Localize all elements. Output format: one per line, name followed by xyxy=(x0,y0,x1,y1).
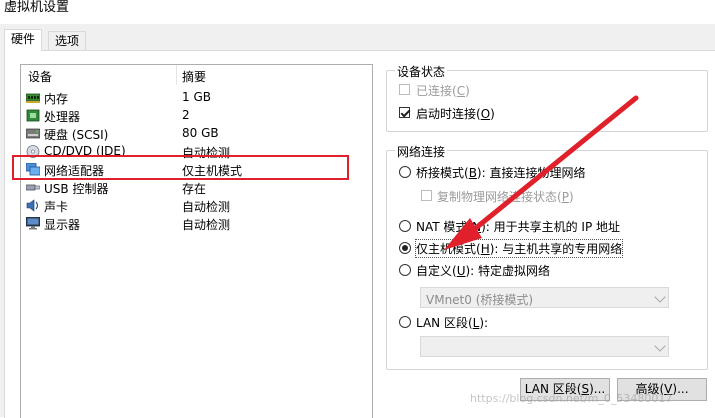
lan-segment-radio[interactable] xyxy=(399,316,411,328)
device-summary: 1 GB xyxy=(182,90,211,104)
memory-icon xyxy=(26,93,40,103)
device-name: 处理器 xyxy=(44,110,81,124)
chevron-down-icon xyxy=(654,340,666,352)
connect-at-power-on-label[interactable]: 启动时连接(O) xyxy=(416,105,495,122)
tab-options[interactable]: 选项 xyxy=(48,31,87,51)
device-name: 显示器 xyxy=(44,218,81,232)
custom-network-value: VMnet0 (桥接模式) xyxy=(426,293,534,307)
cd-dvd-icon xyxy=(26,145,40,158)
device-name: USB 控制器 xyxy=(44,182,109,196)
network-adapter-icon xyxy=(26,163,40,176)
device-row-memory[interactable]: 内存 1 GB xyxy=(21,89,372,107)
device-status-group: 设备状态 xyxy=(386,63,708,132)
connect-at-power-on-checkbox[interactable] xyxy=(399,107,410,118)
custom-label[interactable]: 自定义(U): 特定虚拟网络 xyxy=(416,262,550,279)
device-name: 声卡 xyxy=(44,200,69,214)
bridged-label[interactable]: 桥接模式(B): 直接连接物理网络 xyxy=(416,164,585,181)
replicate-state-checkbox[interactable] xyxy=(421,190,432,201)
nat-radio[interactable] xyxy=(399,220,411,232)
device-row-hard-disk[interactable]: 硬盘 (SCSI) 80 GB xyxy=(21,125,372,143)
tab-hardware[interactable]: 硬件 xyxy=(4,29,43,51)
title-bar: 虚拟机设置 xyxy=(0,0,715,24)
device-summary: 存在 xyxy=(182,182,207,196)
chevron-down-icon xyxy=(654,291,666,303)
device-summary: 自动检测 xyxy=(182,218,231,232)
sound-card-icon xyxy=(26,199,38,212)
display-icon xyxy=(26,217,40,230)
connected-checkbox[interactable] xyxy=(399,84,410,95)
list-header: 设备 摘要 xyxy=(21,65,372,85)
column-header-summary[interactable]: 摘要 xyxy=(182,68,206,85)
device-name: 硬盘 (SCSI) xyxy=(44,128,109,142)
column-header-device[interactable]: 设备 xyxy=(28,68,52,85)
device-name: 网络适配器 xyxy=(44,164,105,178)
nat-label[interactable]: NAT 模式(N): 用于共享主机的 IP 地址 xyxy=(416,218,620,235)
replicate-state-label[interactable]: 复制物理网络连接状态(P) xyxy=(437,188,574,205)
host-only-radio[interactable] xyxy=(399,242,411,254)
window-title: 虚拟机设置 xyxy=(4,0,70,15)
network-connection-title: 网络连接 xyxy=(395,143,448,160)
connected-label[interactable]: 已连接(C) xyxy=(416,82,470,99)
device-status-title: 设备状态 xyxy=(395,63,448,80)
device-row-cd-dvd[interactable]: CD/DVD (IDE) 自动检测 xyxy=(21,143,372,161)
processor-icon xyxy=(26,109,40,122)
hard-disk-icon xyxy=(26,128,40,139)
device-name: CD/DVD (IDE) xyxy=(44,144,126,158)
watermark-text: https://blog.csdn.net/m_0_53480017 xyxy=(470,392,673,405)
device-row-display[interactable]: 显示器 自动检测 xyxy=(21,215,372,233)
usb-icon xyxy=(26,184,40,191)
column-divider[interactable] xyxy=(176,65,177,85)
device-row-usb-controller[interactable]: USB 控制器 存在 xyxy=(21,179,372,197)
bridged-radio[interactable] xyxy=(399,166,411,178)
device-summary: 自动检测 xyxy=(182,146,231,160)
device-summary: 自动检测 xyxy=(182,200,231,214)
custom-radio[interactable] xyxy=(399,264,411,276)
device-summary: 仅主机模式 xyxy=(182,164,243,178)
device-summary: 2 xyxy=(182,108,190,122)
device-list[interactable]: 设备 摘要 内存 1 GB 处理器 2 硬盘 (SCSI) 80 GB CD/D… xyxy=(20,64,373,418)
device-summary: 80 GB xyxy=(182,126,219,140)
device-row-sound-card[interactable]: 声卡 自动检测 xyxy=(21,197,372,215)
device-row-network-adapter[interactable]: 网络适配器 仅主机模式 xyxy=(21,161,372,179)
custom-network-select[interactable]: VMnet0 (桥接模式) xyxy=(420,287,669,308)
lan-segment-select[interactable] xyxy=(420,336,669,357)
device-name: 内存 xyxy=(44,92,69,106)
lan-segment-label[interactable]: LAN 区段(L): xyxy=(416,314,488,331)
host-only-label[interactable]: 仅主机模式(H): 与主机共享的专用网络 xyxy=(414,239,624,258)
device-row-processor[interactable]: 处理器 2 xyxy=(21,107,372,125)
